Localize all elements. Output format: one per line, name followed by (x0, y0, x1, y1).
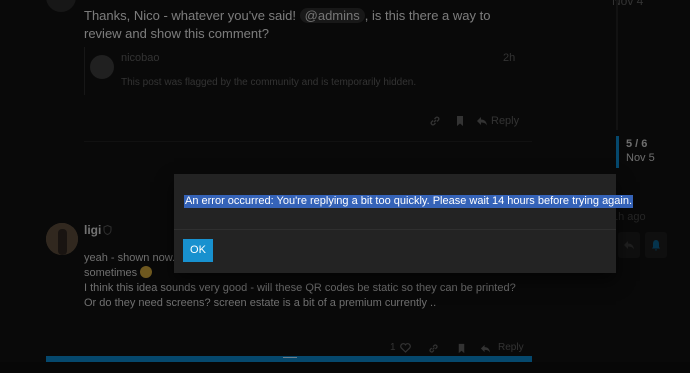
error-message: An error occurred: You're replying a bit… (184, 195, 634, 208)
ok-button[interactable]: OK (183, 239, 213, 262)
dialog-divider (174, 229, 616, 230)
error-dialog (174, 174, 616, 273)
